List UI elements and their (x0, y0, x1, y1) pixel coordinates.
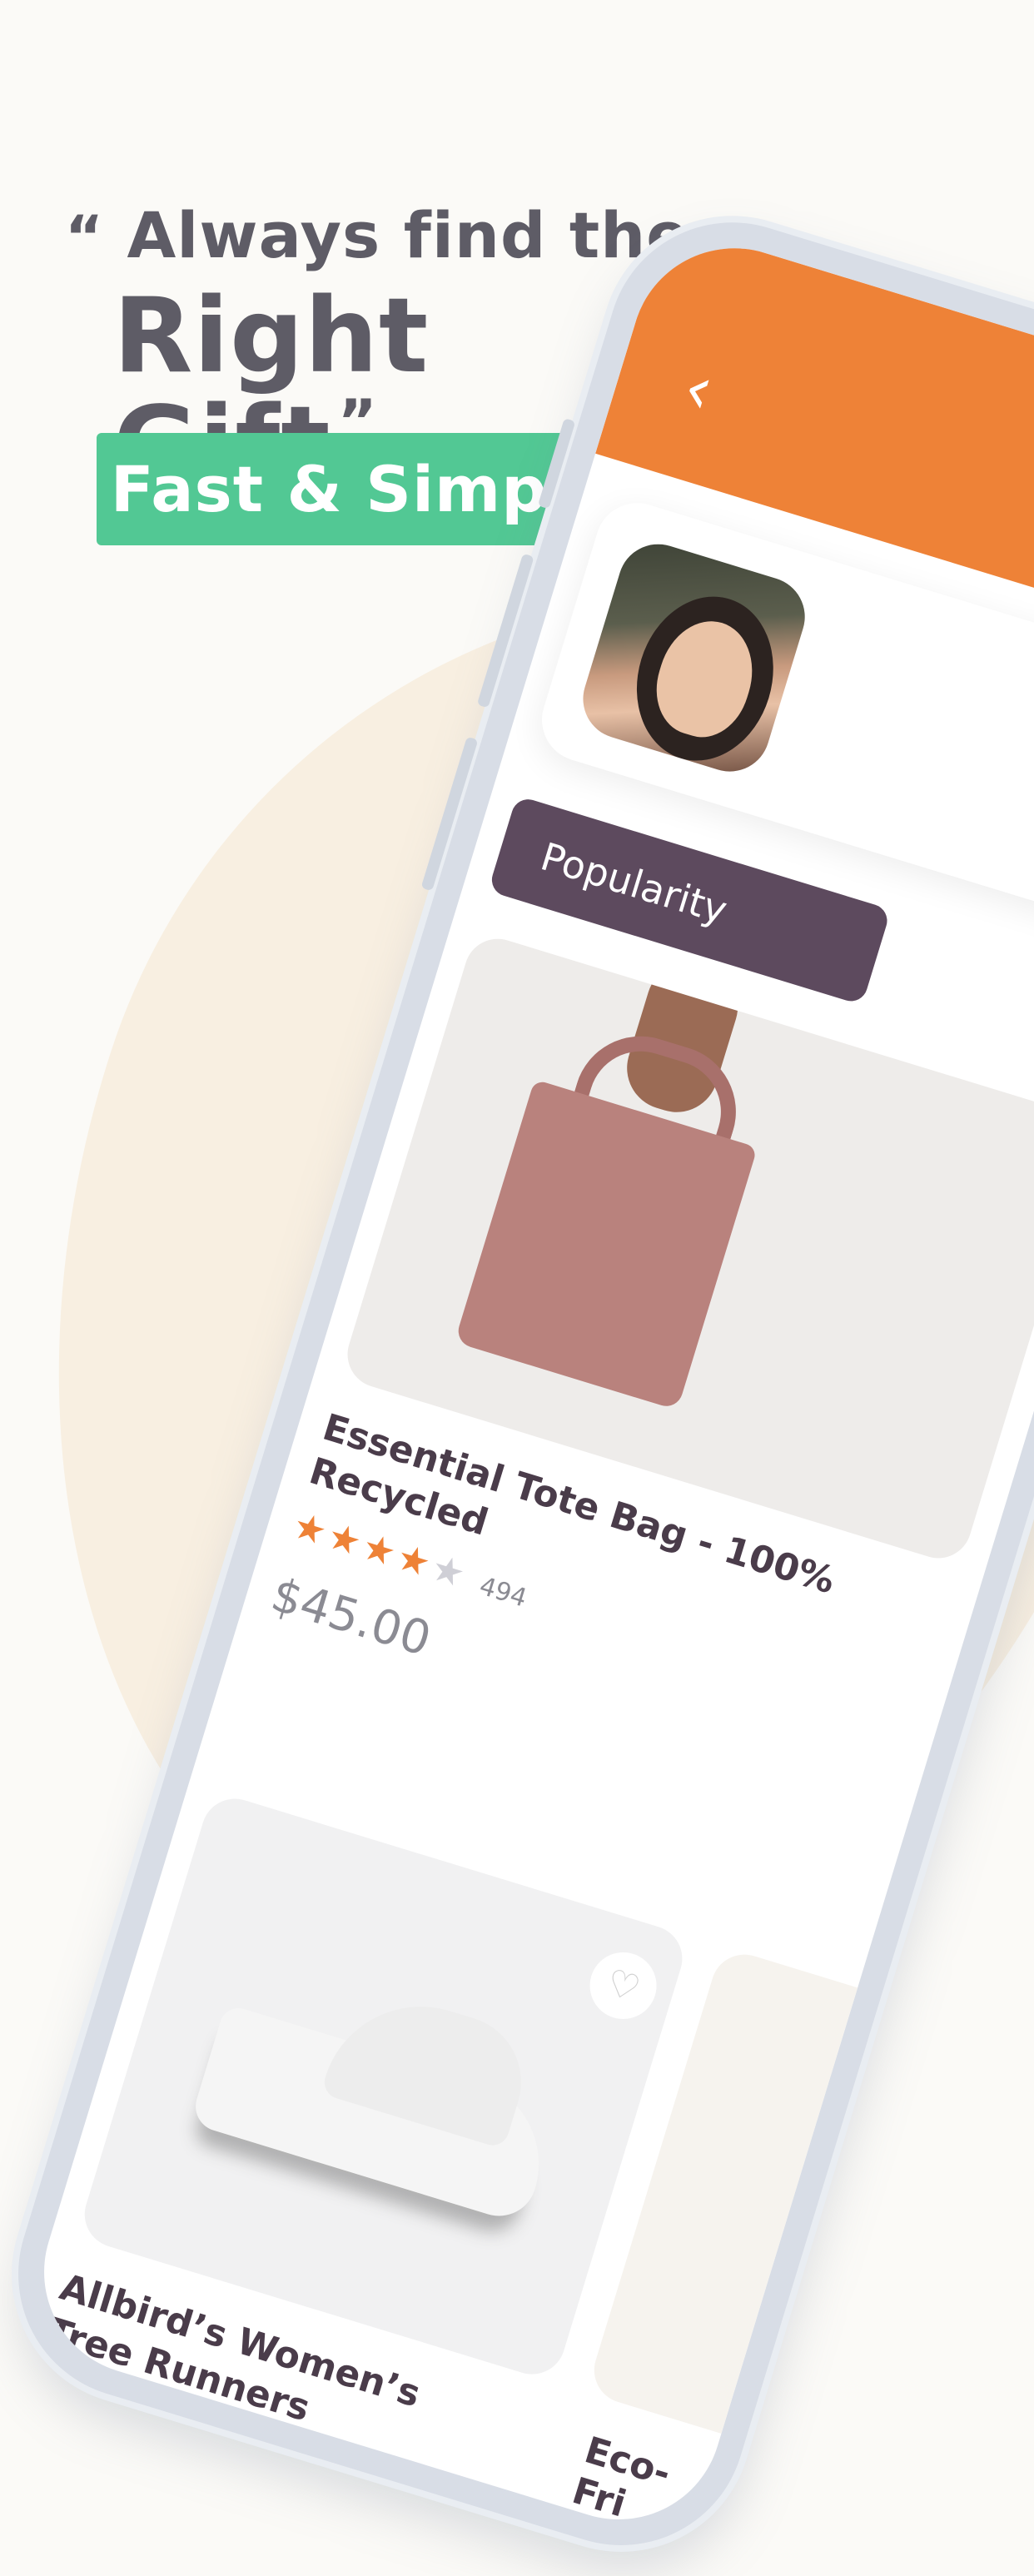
avatar (573, 534, 815, 782)
headline-text-1: Always find the (127, 198, 690, 272)
headline-line-1: “ Always find the (65, 198, 698, 272)
open-quote: “ (65, 203, 105, 271)
product-image-sneaker[interactable]: ♡ (76, 1790, 691, 2383)
product-price: $45.00 (265, 1567, 437, 1668)
heart-icon[interactable]: ♡ (581, 1944, 665, 2027)
review-count: 494 (475, 1571, 530, 1614)
chevron-left-icon[interactable]: ‹ (674, 348, 741, 430)
